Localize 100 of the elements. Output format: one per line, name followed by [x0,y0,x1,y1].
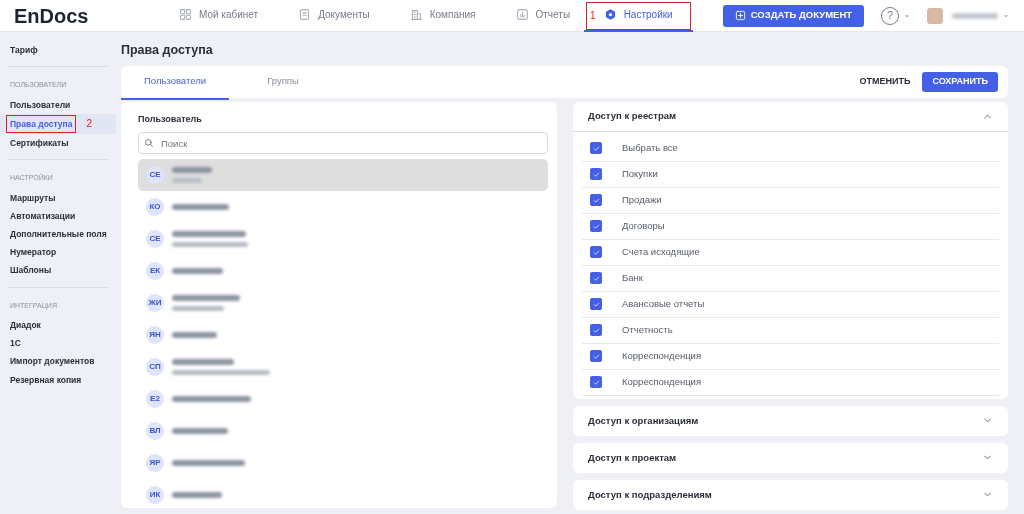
user-avatar: ЖИ [146,294,164,313]
user-avatar: ИК [146,486,164,505]
annotation-number: 1 [590,9,596,23]
checkbox-label: Выбрать все [622,141,678,156]
user-avatar: СЕ [146,166,164,185]
checkbox-label: Корреспонденция [622,349,702,364]
grid-icon [179,8,192,21]
user-row[interactable]: ВЛ [138,415,548,448]
checkbox[interactable] [590,272,602,285]
check-icon [591,377,601,387]
sidebar-item[interactable]: Импорт документов [0,352,116,371]
user-avatar: ВЛ [146,422,164,441]
tab[interactable]: Группы [229,63,337,101]
sidebar-item[interactable]: Дополнительные поля [0,224,116,244]
sidebar-item[interactable]: Резервная копия [0,370,116,389]
checkbox-label: Авансовые отчеты [622,297,705,312]
checkbox-label: Счета исходящие [622,245,700,260]
user-row[interactable]: СЕ [138,223,548,256]
app-logo[interactable]: EnDocs [14,0,159,31]
user-row[interactable]: ЕК [138,255,548,288]
checkbox-label: Корреспонденция [622,375,702,390]
blurred-text [172,178,202,184]
user-avatar: СП [146,358,164,377]
cancel-button[interactable]: ОТМЕНИТЬ [853,74,917,90]
user-avatar: ЕК [146,262,164,281]
blurred-text [172,428,228,435]
plus-icon [734,10,746,21]
blurred-text [172,204,229,211]
section-header[interactable]: Доступ к проектам [573,442,1008,473]
user-row[interactable]: СП [138,351,548,384]
annotation-number: 2 [86,117,92,129]
page-title: Права доступа [121,42,214,59]
sidebar-item[interactable]: Маршруты [0,188,116,207]
sidebar-item[interactable]: Автоматизации [0,206,116,225]
chart-icon [515,8,529,21]
check-icon [591,195,601,205]
check-icon [591,273,601,283]
blurred-text [172,167,212,174]
sidebar-item[interactable]: Шаблоны [0,261,116,280]
create-document-button[interactable]: СОЗДАТЬ ДОКУМЕНТ [722,4,865,27]
sidebar-item[interactable]: 1С [0,334,116,353]
user-row[interactable]: СЕ [138,159,548,192]
checkbox-label: Договоры [622,219,665,234]
sidebar-item[interactable]: Права доступа 2 [0,113,116,134]
check-icon [591,325,601,335]
settings-icon [603,8,617,21]
help-button[interactable]: ? [881,6,899,25]
user-row[interactable]: ЯН [138,319,548,352]
sidebar-item[interactable]: Нумератор [0,243,116,262]
sidebar-item[interactable]: Пользователи [0,95,116,114]
user-row[interactable]: ИК [138,479,548,508]
blurred-text [172,268,223,275]
blurred-text [172,295,240,302]
nav-tab[interactable]: Мой кабинет [159,0,279,32]
sidebar-item[interactable]: Диадок [0,316,116,335]
user-avatar: ЯР [146,454,164,473]
checkbox-label: Покупки [622,167,658,182]
blurred-text [952,12,998,19]
check-icon [591,143,601,153]
nav-tab[interactable]: Компания [389,0,496,32]
check-icon [591,351,601,361]
check-icon [591,247,601,257]
checkbox[interactable] [590,168,602,181]
tab[interactable]: Пользователи [121,63,229,101]
user-avatar: СЕ [146,230,164,249]
user-row[interactable]: ЖИ [138,287,548,320]
checkbox-label: Банк [622,271,643,286]
check-icon [591,299,601,309]
search-field[interactable]: Поиск [138,132,548,155]
building-icon [409,8,423,21]
user-avatar: КО [146,198,164,217]
checkbox-label: Продажи [622,193,662,208]
document-icon [298,8,312,21]
checkbox[interactable] [590,324,602,337]
checkbox[interactable] [590,376,602,389]
sidebar-item[interactable]: Тариф [0,41,116,60]
field-label: Пользователь [138,112,202,126]
blurred-text [172,306,224,312]
search-icon [144,138,154,149]
section-header[interactable]: Доступ к реестрам [573,101,1008,132]
user-row[interactable]: Е2 [138,383,548,416]
checkbox-label: Отчетность [622,323,673,338]
check-icon [591,221,601,231]
section-header[interactable]: Доступ к подразделениям [573,479,1008,510]
section-header[interactable]: Доступ к организациям [573,405,1008,436]
checkbox[interactable] [590,142,602,155]
user-row[interactable]: ЯР [138,447,548,480]
check-icon [591,169,601,179]
checkbox[interactable] [590,220,602,233]
blurred-text [172,332,217,339]
checkbox[interactable] [590,246,602,259]
nav-tab[interactable]: Документы [278,0,390,32]
blurred-text [172,492,222,499]
user-avatar: ЯН [146,326,164,345]
user-row[interactable]: КО [138,191,548,224]
checkbox[interactable] [590,194,602,207]
sidebar-item[interactable]: Сертификаты [0,133,116,153]
save-button[interactable]: СОХРАНИТЬ [922,71,998,92]
checkbox[interactable] [590,298,602,311]
checkbox[interactable] [590,350,602,363]
